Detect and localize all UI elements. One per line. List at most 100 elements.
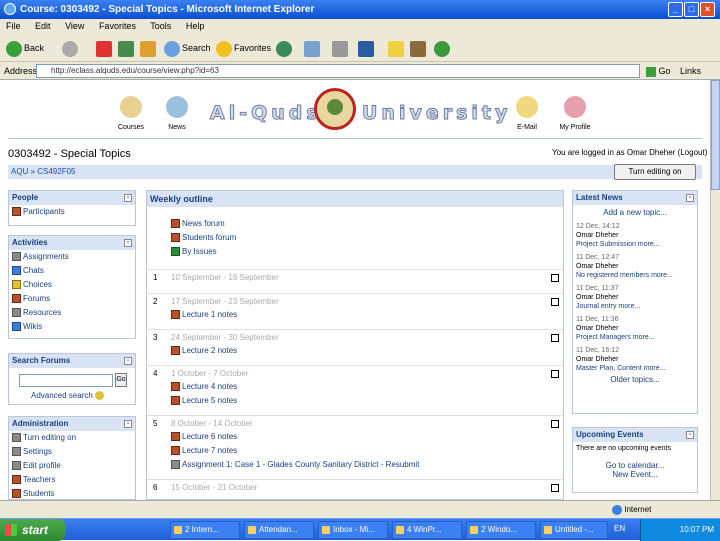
courses-icon[interactable] [120, 96, 142, 118]
add-topic-link[interactable]: Add a new topic... [573, 208, 697, 217]
menu-edit[interactable]: Edit [35, 21, 51, 31]
chats-link[interactable]: Chats [9, 264, 135, 278]
resource-icon [12, 308, 21, 318]
new-event-link[interactable]: New Event... [573, 470, 697, 479]
collapse-icon[interactable]: - [686, 431, 694, 439]
advanced-search-link[interactable]: Advanced search [31, 391, 105, 401]
older-topics-link[interactable]: Older topics... [573, 375, 697, 384]
search-forums-go-button[interactable]: Go [115, 373, 127, 387]
participants-link[interactable]: Participants [9, 205, 135, 219]
home-button[interactable] [140, 38, 158, 58]
favorites-button[interactable]: Favorites [216, 38, 271, 58]
by-issues-link[interactable]: By Issues [171, 247, 217, 257]
menu-file[interactable]: File [6, 21, 21, 31]
vertical-scrollbar[interactable] [710, 80, 720, 500]
address-input[interactable]: http://eclass.alquds.edu/course/view.php… [36, 64, 640, 78]
forums-link[interactable]: Forums [9, 292, 135, 306]
print-button[interactable] [332, 38, 350, 58]
refresh-button[interactable] [118, 38, 136, 58]
lecture-link[interactable]: Lecture 5 notes [171, 396, 237, 406]
week-toggle-checkbox[interactable] [551, 370, 559, 378]
students-link[interactable]: Students [9, 487, 135, 500]
menu-help[interactable]: Help [186, 21, 205, 31]
go-button[interactable]: Go [646, 63, 671, 79]
winpr-task-icon [396, 526, 404, 534]
assignment-link[interactable]: Assignment 1: Case 1 - Glades County San… [171, 460, 419, 470]
week-toggle-checkbox[interactable] [551, 334, 559, 342]
choices-link[interactable]: Choices [9, 278, 135, 292]
resource-icon [171, 396, 180, 406]
turn-editing-on-button[interactable]: Turn editing on [614, 164, 696, 180]
edit-button[interactable] [358, 38, 376, 58]
assignments-link[interactable]: Assignments [9, 250, 135, 264]
minimize-button[interactable]: _ [668, 2, 683, 17]
close-button[interactable]: × [700, 2, 715, 17]
week-toggle-checkbox[interactable] [551, 298, 559, 306]
profile-icon[interactable] [564, 96, 586, 118]
email-icon[interactable] [516, 96, 538, 118]
students-forum-link[interactable]: Students forum [171, 233, 236, 243]
stop-button[interactable] [96, 38, 114, 58]
task-button[interactable]: Attendan... [244, 521, 314, 539]
collapse-icon[interactable]: - [686, 194, 694, 202]
resources-link[interactable]: Resources [9, 306, 135, 320]
profile-edit-icon [12, 461, 21, 471]
search-forums-input[interactable] [19, 374, 113, 387]
history-button[interactable] [276, 38, 294, 58]
admin-turn-editing-link[interactable]: Turn editing on [9, 431, 135, 445]
settings-link[interactable]: Settings [9, 445, 135, 459]
start-button[interactable]: start [0, 519, 66, 541]
forward-button[interactable] [62, 38, 80, 58]
mail-button[interactable] [304, 38, 322, 58]
collapse-icon[interactable]: - [124, 420, 132, 428]
research-button[interactable] [410, 38, 428, 58]
lecture-link[interactable]: Lecture 4 notes [171, 382, 237, 392]
breadcrumb-link[interactable]: AQU » CS492F05 [11, 167, 75, 176]
menu-view[interactable]: View [65, 21, 84, 31]
menu-tools[interactable]: Tools [150, 21, 171, 31]
collapse-icon[interactable]: - [124, 357, 132, 365]
lecture-link[interactable]: Lecture 2 notes [171, 346, 237, 356]
collapse-icon[interactable]: - [124, 194, 132, 202]
go-to-calendar-link[interactable]: Go to calendar... [573, 461, 697, 470]
taskbar: start 2 Intern... Attendan... Inbox - Mi… [0, 518, 720, 541]
week-date: 8 October - 14 October [171, 419, 253, 428]
logged-in-text[interactable]: You are logged in as Omar Dheher (Logout… [552, 148, 707, 157]
teachers-link[interactable]: Teachers [9, 473, 135, 487]
news-forum-link[interactable]: News forum [171, 219, 225, 229]
week-toggle-checkbox[interactable] [551, 274, 559, 282]
email-link[interactable]: E-Mail [507, 124, 547, 131]
task-button[interactable]: 4 WinPr... [392, 521, 462, 539]
maximize-button[interactable]: □ [684, 2, 699, 17]
back-button[interactable]: Back [6, 38, 44, 58]
links-button[interactable]: Links [680, 62, 701, 80]
messenger-button[interactable] [434, 38, 452, 58]
news-link[interactable]: News [157, 124, 197, 131]
window-title-bar[interactable]: Course: 0303492 - Special Topics - Micro… [0, 0, 720, 19]
toolbar: Back Search Favorites [0, 34, 720, 62]
scrollbar-thumb[interactable] [711, 80, 720, 190]
task-button[interactable]: Inbox - Mi... [318, 521, 388, 539]
task-button[interactable]: Untitled -... [540, 521, 608, 539]
courses-link[interactable]: Courses [111, 124, 151, 131]
language-indicator[interactable]: EN [614, 524, 625, 533]
lecture-link[interactable]: Lecture 6 notes [171, 432, 237, 442]
week-toggle-checkbox[interactable] [551, 484, 559, 492]
task-button[interactable]: 2 Windo... [466, 521, 536, 539]
help-icon[interactable] [95, 391, 105, 401]
profile-link[interactable]: My Profile [555, 124, 595, 131]
search-button[interactable]: Search [164, 38, 211, 58]
wikis-link[interactable]: Wikis [9, 320, 135, 334]
lecture-link[interactable]: Lecture 1 notes [171, 310, 237, 320]
lecture-link[interactable]: Lecture 7 notes [171, 446, 237, 456]
clock[interactable]: 10:07 PM [680, 525, 714, 534]
task-button[interactable]: 2 Intern... [170, 521, 240, 539]
week-toggle-checkbox[interactable] [551, 420, 559, 428]
menu-favorites[interactable]: Favorites [99, 21, 136, 31]
news-icon[interactable] [166, 96, 188, 118]
forum-icon [12, 294, 21, 304]
folder-button[interactable] [388, 38, 406, 58]
edit-profile-link[interactable]: Edit profile [9, 459, 135, 473]
collapse-icon[interactable]: - [124, 239, 132, 247]
weekly-outline-header: Weekly outline [147, 191, 563, 207]
